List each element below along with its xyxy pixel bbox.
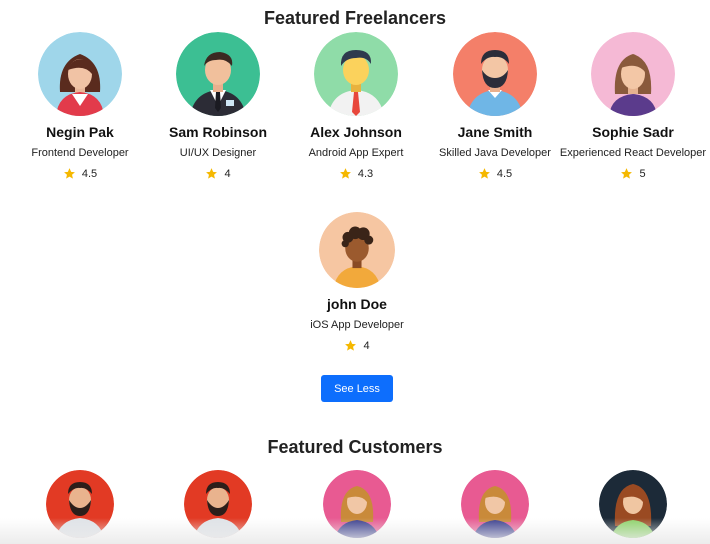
star-icon bbox=[63, 168, 75, 179]
freelancer-card[interactable]: Sam Robinson UI/UX Designer 4 bbox=[143, 32, 293, 180]
bearded-man-avatar-icon bbox=[453, 32, 537, 116]
freelancer-rating: 4.5 bbox=[5, 167, 155, 180]
rating-value: 4 bbox=[224, 167, 231, 180]
freelancer-card[interactable]: Jane Smith Skilled Java Developer 4.5 bbox=[420, 32, 570, 180]
star-icon bbox=[621, 168, 633, 179]
curly-man-avatar-icon bbox=[319, 212, 395, 288]
star-icon bbox=[478, 168, 490, 179]
rating-value: 4.5 bbox=[81, 167, 98, 180]
woman-avatar-icon bbox=[38, 32, 122, 116]
freelancer-card[interactable]: Alex Johnson Android App Expert 4.3 bbox=[281, 32, 431, 180]
freelancer-role: UI/UX Designer bbox=[179, 147, 257, 159]
freelancers-section-title: Featured Freelancers bbox=[263, 8, 447, 28]
freelancer-card[interactable]: Sophie Sadr Experienced React Developer … bbox=[558, 32, 708, 180]
rating-value: 5 bbox=[639, 167, 646, 180]
star-icon bbox=[206, 168, 218, 179]
freelancer-card[interactable]: Negin Pak Frontend Developer 4.5 bbox=[5, 32, 155, 180]
see-less-button[interactable]: See Less bbox=[321, 375, 393, 402]
freelancer-role: Frontend Developer bbox=[31, 147, 129, 159]
man-suit-avatar-icon bbox=[176, 32, 260, 116]
rating-value: 4.5 bbox=[496, 167, 513, 180]
freelancer-role: Experienced React Developer bbox=[559, 147, 707, 159]
freelancer-name: john Doe bbox=[327, 296, 387, 312]
freelancer-role: Skilled Java Developer bbox=[439, 147, 551, 159]
freelancer-rating: 4 bbox=[282, 339, 432, 352]
freelancer-name: Jane Smith bbox=[457, 124, 533, 140]
bottom-fade bbox=[0, 518, 710, 544]
freelancer-name: Negin Pak bbox=[46, 124, 114, 140]
star-icon bbox=[339, 168, 351, 179]
freelancer-name: Sophie Sadr bbox=[592, 124, 674, 140]
man-tie-avatar-icon bbox=[314, 32, 398, 116]
freelancer-role: iOS App Developer bbox=[310, 319, 404, 331]
star-icon bbox=[345, 340, 357, 351]
freelancer-rating: 4.3 bbox=[281, 167, 431, 180]
customers-section-title: Featured Customers bbox=[267, 437, 443, 457]
rating-value: 4 bbox=[363, 339, 370, 352]
woman-avatar-icon bbox=[591, 32, 675, 116]
freelancer-rating: 4.5 bbox=[420, 167, 570, 180]
freelancer-card[interactable]: john Doe iOS App Developer 4 bbox=[282, 212, 432, 352]
freelancer-rating: 5 bbox=[558, 167, 708, 180]
freelancer-name: Sam Robinson bbox=[168, 124, 267, 140]
rating-value: 4.3 bbox=[357, 167, 374, 180]
freelancer-rating: 4 bbox=[143, 167, 293, 180]
freelancer-role: Android App Expert bbox=[308, 147, 404, 159]
freelancer-name: Alex Johnson bbox=[310, 124, 402, 140]
